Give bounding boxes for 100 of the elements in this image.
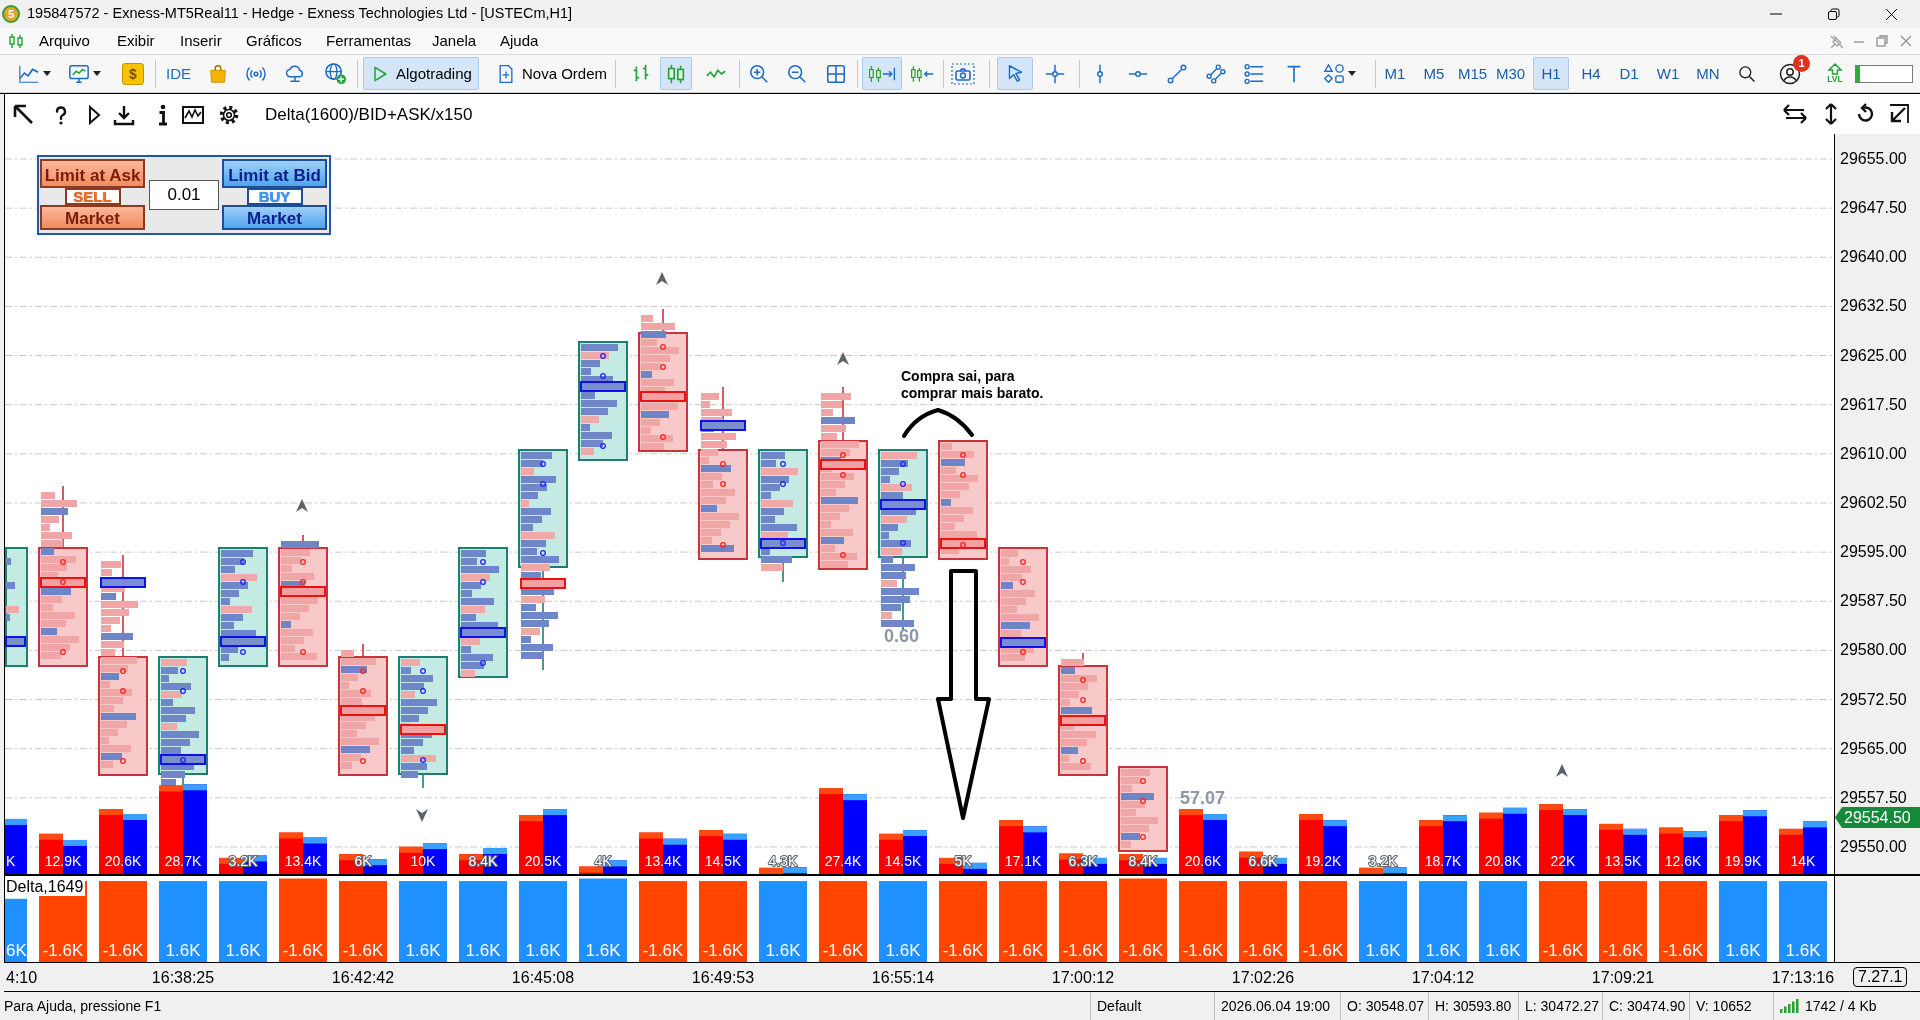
grid-icon[interactable]: [825, 62, 847, 85]
chart-value-label: 0.60: [884, 626, 920, 646]
timeframe-button[interactable]: M30: [1492, 57, 1530, 90]
version-label: 7.27.1: [1853, 967, 1908, 987]
lot-size-field[interactable]: 0.01: [149, 180, 219, 210]
timeframe-button[interactable]: H4: [1573, 57, 1609, 90]
ide-button[interactable]: IDE: [166, 64, 191, 83]
price-label: 29640.00: [1840, 248, 1907, 267]
arc-drawing: [902, 408, 974, 438]
up-arrow-icon: [296, 499, 308, 512]
time-label: 16:55:14: [871, 969, 935, 987]
delta-label: 1.6K: [165, 941, 201, 960]
delta-label: -1.6K: [1062, 941, 1104, 960]
new-order-button[interactable]: Nova Ordem: [489, 57, 615, 90]
status-text: O: 30548.07: [1340, 992, 1428, 1020]
delta-label: -1.6K: [42, 941, 84, 960]
zoom-in-icon[interactable]: [748, 62, 770, 85]
delta-label: -1.6K: [1242, 941, 1284, 960]
market-order-button[interactable]: Market: [222, 205, 327, 230]
delta-label: 1.6K: [1365, 941, 1401, 960]
menu-item[interactable]: Ajuda: [497, 32, 542, 50]
status-text: L: 30472.27: [1518, 992, 1602, 1020]
channel-icon[interactable]: [1205, 62, 1227, 85]
delta-label: 1.6K: [225, 941, 261, 960]
timeframe-button[interactable]: M5: [1416, 57, 1452, 90]
zoom-out-icon[interactable]: [786, 62, 808, 85]
delta-label: -1.6K: [342, 941, 384, 960]
monitor-chart-icon: [68, 62, 90, 85]
globe-plus-icon[interactable]: [324, 62, 347, 85]
auto-scroll-button[interactable]: [862, 57, 902, 90]
delta-label: -1.6K: [1542, 941, 1584, 960]
delta-label: 1.6K: [1785, 941, 1821, 960]
shapes-icon: [1323, 62, 1345, 85]
status-text: C: 30474.90: [1602, 992, 1689, 1020]
time-label: 17:09:21: [1591, 969, 1655, 987]
timeframe-button[interactable]: D1: [1611, 57, 1647, 90]
fibonacci-icon[interactable]: [1243, 62, 1265, 85]
market-order-button[interactable]: Market: [40, 205, 145, 230]
price-label: 29565.00: [1840, 739, 1907, 758]
price-label: 29587.50: [1840, 592, 1907, 611]
price-label: 29602.50: [1840, 493, 1907, 512]
price-label: 29617.50: [1840, 395, 1907, 414]
current-price-label: 29554.50: [1835, 807, 1920, 828]
pin-icon[interactable]: [1829, 34, 1843, 48]
caret-icon: [43, 71, 51, 76]
menu-item[interactable]: Ferramentas: [323, 32, 415, 50]
app-logo: 5: [2, 5, 20, 23]
restore-icon[interactable]: [1826, 7, 1840, 21]
timeframe-button[interactable]: M1: [1377, 57, 1413, 90]
status-text: V: 10652: [1689, 992, 1773, 1020]
crosshair-icon: [1044, 62, 1066, 85]
limit-order-button[interactable]: Limit at Ask: [40, 159, 145, 188]
close-icon[interactable]: [1884, 7, 1898, 21]
algotrading-button[interactable]: Algotrading: [363, 57, 479, 90]
price-label: 29625.00: [1840, 346, 1907, 365]
notification-badge: 1: [1793, 54, 1810, 72]
chart-type-button[interactable]: [660, 57, 692, 90]
time-label: 17:02:26: [1231, 969, 1295, 987]
search-icon[interactable]: [1737, 63, 1757, 84]
timeframe-button[interactable]: H1: [1533, 57, 1569, 90]
trend-line-icon[interactable]: [1166, 62, 1188, 85]
delta-label: 1.6K: [525, 941, 561, 960]
delta-label: -1.6K: [1302, 941, 1344, 960]
up-arrow-icon: [1827, 63, 1843, 76]
menu-item[interactable]: Inserir: [177, 32, 225, 50]
time-label: 16:42:42: [331, 969, 395, 987]
delta-label: 1.6K: [585, 941, 621, 960]
delta-label: -1.6K: [642, 941, 684, 960]
delta-label: 1.6K: [1485, 941, 1521, 960]
cursor-button[interactable]: [997, 57, 1033, 90]
delta-label: 6K: [6, 941, 27, 960]
price-label: 29647.50: [1840, 199, 1907, 218]
menu-item[interactable]: Exibir: [114, 32, 158, 50]
price-label: 29632.50: [1840, 297, 1907, 316]
delta-label: 1.6K: [885, 941, 921, 960]
candlestick-icon: [8, 33, 24, 49]
screenshot-icon[interactable]: [951, 61, 975, 86]
market-button[interactable]: $: [122, 62, 144, 85]
menu-item[interactable]: Arquivo: [36, 32, 93, 50]
price-label: 29610.00: [1840, 444, 1907, 463]
settings-icon[interactable]: [217, 103, 241, 127]
delta-label: 1.6K: [1425, 941, 1461, 960]
menu-item[interactable]: Gráficos: [243, 32, 305, 50]
delta-label: -1.6K: [1122, 941, 1164, 960]
shopping-bag-icon[interactable]: [207, 62, 229, 85]
corner-arrow-icon[interactable]: [1887, 102, 1911, 126]
delta-label: -1.6K: [942, 941, 984, 960]
status-text: Para Ajuda, pressione F1: [3, 996, 163, 1016]
limit-order-button[interactable]: Limit at Bid: [222, 159, 327, 188]
horizontal-arrows-icon[interactable]: [1781, 102, 1809, 126]
chart-note: Compra sai, para comprar mais barato.: [901, 368, 1045, 402]
time-label: 17:00:12: [1051, 969, 1115, 987]
timeframe-button[interactable]: W1: [1650, 57, 1686, 90]
menu-item[interactable]: Janela: [429, 32, 480, 50]
timeframe-button[interactable]: M15: [1454, 57, 1492, 90]
delta-label: 1.6K: [1725, 941, 1761, 960]
chart-window-icon[interactable]: [181, 103, 205, 127]
timeframe-button[interactable]: MN: [1690, 57, 1726, 90]
time-label: 17:13:16: [1771, 969, 1835, 987]
download-icon[interactable]: [112, 103, 136, 127]
